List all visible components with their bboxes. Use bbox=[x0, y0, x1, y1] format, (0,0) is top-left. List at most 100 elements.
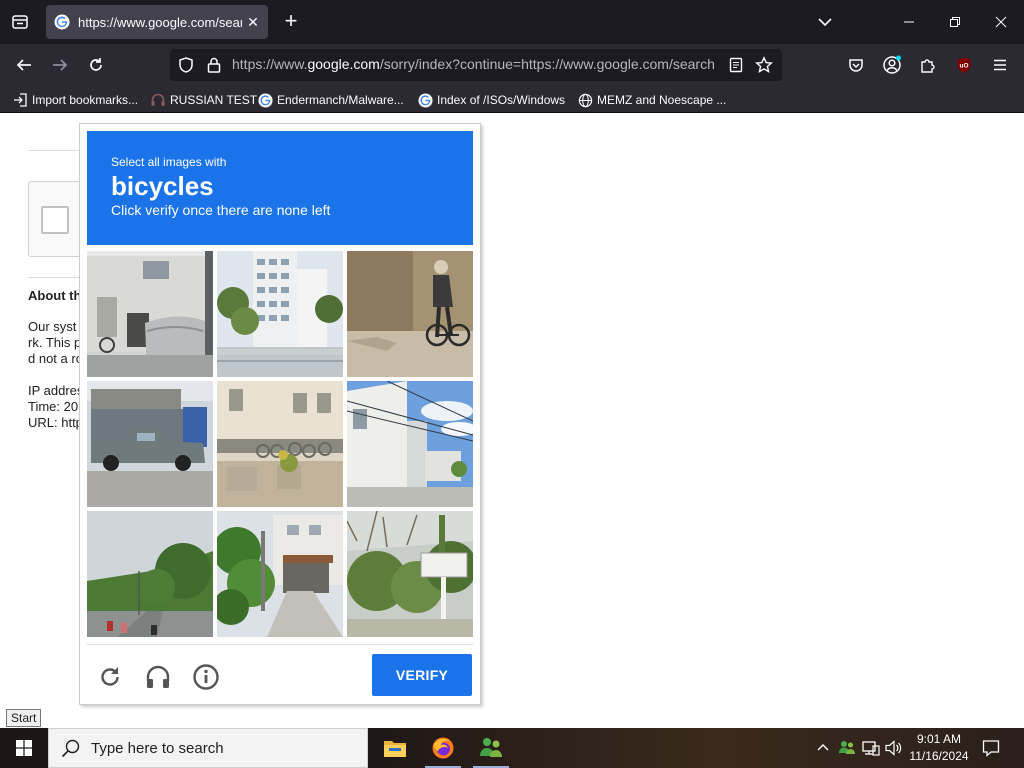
svg-text:uO: uO bbox=[959, 63, 968, 70]
restore-icon bbox=[950, 17, 960, 27]
minimize-button[interactable] bbox=[894, 8, 924, 36]
back-button[interactable] bbox=[9, 51, 39, 79]
menu-button[interactable] bbox=[985, 51, 1015, 79]
time-line: Time: 20 bbox=[28, 399, 79, 414]
bookmark-star-icon[interactable] bbox=[754, 55, 774, 75]
verify-button[interactable]: VERIFY bbox=[372, 654, 472, 696]
headphones-icon bbox=[146, 665, 170, 688]
active-tab[interactable]: https://www.google.com/search ✕ bbox=[46, 5, 268, 39]
reader-view-icon[interactable] bbox=[726, 55, 746, 75]
bookmark-index-isos[interactable]: Index of /ISOs/Windows bbox=[417, 90, 565, 110]
ublock-origin-icon: uO bbox=[957, 57, 971, 73]
recaptcha-checkbox[interactable] bbox=[41, 206, 69, 234]
navigation-toolbar: https://www.google.com/sorry/index?conti… bbox=[0, 44, 1024, 86]
hamburger-menu-icon bbox=[994, 59, 1006, 71]
bookmark-russian-test[interactable]: RUSSIAN TEST bbox=[150, 90, 257, 110]
account-icon bbox=[883, 55, 901, 74]
image-tile-9[interactable] bbox=[347, 511, 473, 637]
notification-icon bbox=[982, 740, 1000, 757]
firefox-icon bbox=[432, 737, 454, 759]
body-text-line: Our syst bbox=[28, 319, 77, 334]
bookmarks-toolbar: Import bookmarks... RUSSIAN TEST Enderma… bbox=[0, 86, 1024, 113]
pocket-icon bbox=[849, 59, 863, 72]
minimize-icon bbox=[904, 21, 914, 23]
taskbar-firefox[interactable] bbox=[419, 728, 467, 768]
firefox-view-icon bbox=[12, 15, 28, 29]
new-tab-button[interactable]: + bbox=[278, 8, 304, 36]
tray-messenger[interactable] bbox=[836, 728, 858, 768]
reload-icon bbox=[90, 58, 102, 71]
image-tile-3[interactable] bbox=[347, 251, 473, 377]
bookmark-endermanch[interactable]: Endermanch/Malware... bbox=[257, 90, 404, 110]
url-domain: google.com bbox=[307, 56, 380, 72]
show-hidden-icons-button[interactable] bbox=[813, 728, 833, 768]
about-heading: About th bbox=[28, 288, 82, 303]
ip-address-line: IP addres bbox=[28, 383, 84, 398]
image-tile-5[interactable] bbox=[217, 381, 343, 507]
account-button[interactable] bbox=[877, 51, 907, 79]
taskbar-messenger[interactable] bbox=[467, 728, 515, 768]
bookmark-memz[interactable]: MEMZ and Noescape ... bbox=[577, 90, 726, 110]
extensions-button[interactable] bbox=[913, 51, 943, 79]
messenger-tray-icon bbox=[839, 741, 855, 754]
url-text[interactable]: https://www.google.com/sorry/index?conti… bbox=[232, 56, 718, 72]
google-icon bbox=[257, 92, 273, 108]
google-favicon-icon bbox=[54, 14, 70, 30]
restore-button[interactable] bbox=[940, 8, 970, 36]
speaker-icon bbox=[885, 740, 902, 756]
image-tile-1[interactable] bbox=[87, 251, 213, 377]
search-icon bbox=[61, 739, 80, 758]
taskbar: Type here to search 9:01 AM 11/16/2024 bbox=[0, 728, 1024, 768]
recaptcha-challenge: Select all images with bicycles Click ve… bbox=[79, 123, 481, 705]
reload-button[interactable] bbox=[81, 51, 111, 79]
body-text-line: rk. This p bbox=[28, 335, 82, 350]
tab-close-icon[interactable]: ✕ bbox=[244, 13, 262, 31]
footer-divider bbox=[87, 644, 473, 645]
ublock-origin-button[interactable]: uO bbox=[949, 51, 979, 79]
challenge-target-object: bicycles bbox=[111, 171, 214, 201]
pocket-button[interactable] bbox=[841, 51, 871, 79]
taskbar-clock[interactable]: 9:01 AM 11/16/2024 bbox=[904, 731, 974, 765]
google-icon bbox=[417, 92, 433, 108]
globe-icon bbox=[577, 92, 593, 108]
import-icon bbox=[12, 92, 28, 108]
clock-time: 9:01 AM bbox=[916, 732, 962, 746]
tray-volume[interactable] bbox=[883, 728, 905, 768]
taskbar-search-box[interactable]: Type here to search bbox=[48, 728, 368, 768]
forward-button[interactable] bbox=[45, 51, 75, 79]
reload-icon bbox=[101, 667, 119, 686]
audio-challenge-button[interactable] bbox=[143, 662, 173, 692]
help-button[interactable] bbox=[191, 662, 221, 692]
start-button[interactable] bbox=[0, 728, 48, 768]
tray-network[interactable] bbox=[860, 728, 882, 768]
challenge-instruction: Select all images with bbox=[111, 155, 227, 169]
lock-icon[interactable] bbox=[204, 55, 224, 75]
network-icon bbox=[862, 741, 880, 756]
url-bar[interactable]: https://www.google.com/sorry/index?conti… bbox=[170, 49, 782, 81]
start-tooltip: Start bbox=[6, 709, 42, 727]
image-tile-7[interactable] bbox=[87, 511, 213, 637]
firefox-view-button[interactable] bbox=[6, 8, 34, 36]
url-line: URL: http bbox=[28, 415, 83, 430]
puzzle-piece-icon bbox=[921, 59, 935, 73]
image-tile-8[interactable] bbox=[217, 511, 343, 637]
notifications-button[interactable] bbox=[978, 728, 1004, 768]
tab-title: https://www.google.com/search bbox=[78, 14, 242, 30]
close-window-button[interactable] bbox=[986, 8, 1016, 36]
messenger-icon bbox=[480, 738, 502, 757]
back-arrow-icon bbox=[16, 59, 31, 71]
image-tile-2[interactable] bbox=[217, 251, 343, 377]
tab-strip: https://www.google.com/search ✕ + bbox=[0, 0, 1024, 44]
screen: https://www.google.com/search ✕ + https:… bbox=[0, 0, 1024, 768]
image-tile-6[interactable] bbox=[347, 381, 473, 507]
image-tile-4[interactable] bbox=[87, 381, 213, 507]
close-icon bbox=[995, 16, 1007, 28]
tracking-protection-icon[interactable] bbox=[176, 55, 196, 75]
search-placeholder: Type here to search bbox=[91, 739, 224, 757]
bookmark-import[interactable]: Import bookmarks... bbox=[12, 90, 138, 110]
headphones-icon bbox=[150, 92, 166, 108]
taskbar-file-explorer[interactable] bbox=[371, 728, 419, 768]
new-challenge-button[interactable] bbox=[95, 662, 125, 692]
forward-arrow-icon bbox=[53, 59, 68, 71]
list-all-tabs-button[interactable] bbox=[812, 10, 838, 34]
